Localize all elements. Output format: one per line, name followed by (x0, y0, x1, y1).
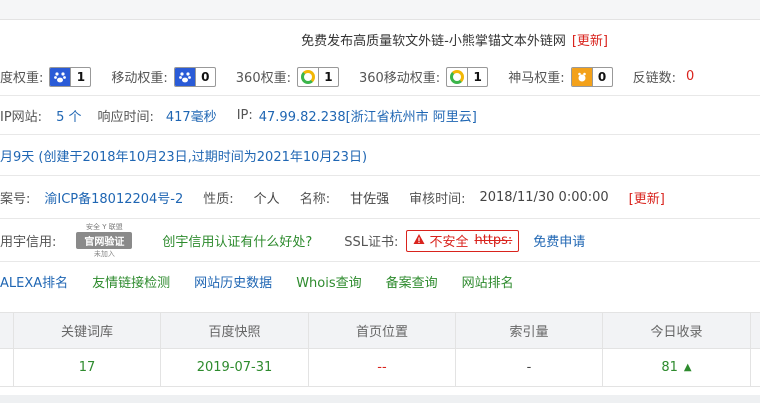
whois-link[interactable]: Whois查询 (296, 272, 361, 291)
icp-update-link[interactable]: [更新] (629, 188, 665, 207)
table-header: 关键词库 百度快照 首页位置 索引量 今日收录 (0, 312, 760, 349)
bottom-bar (0, 395, 760, 403)
backlinks-value[interactable]: 0 (686, 69, 694, 84)
ssl-label: SSL证书: (344, 235, 399, 250)
ssl-apply-link[interactable]: 免费申请 (533, 231, 585, 250)
credit-benefit-link[interactable]: 创宇信用认证有什么好处? (162, 231, 312, 250)
cell-keywords[interactable]: 17 (14, 349, 161, 386)
so360-mobile-weight-badge[interactable]: 1 (446, 66, 489, 87)
seal-top-text: 安全 Y 联盟 (86, 223, 123, 231)
so360-weight-label: 360权重: (235, 71, 291, 86)
shenma-weight-value: 0 (591, 67, 612, 86)
cell-baidu-snapshot[interactable]: 2019-07-31 (161, 349, 309, 386)
stats-table: 关键词库 百度快照 首页位置 索引量 今日收录 17 2019-07-31 --… (0, 312, 760, 387)
icp-query-link[interactable]: 备案查询 (386, 272, 438, 291)
ssl-unsafe-text: 不安全 (429, 235, 469, 250)
so360-mobile-weight-label: 360移动权重: (358, 71, 441, 86)
cell-today-indexed-wrap[interactable]: 81 ▲ (603, 349, 751, 386)
baidu-paw-icon (174, 67, 195, 86)
seal-mid-text: 官网验证 (76, 232, 133, 249)
verification-seal[interactable]: 安全 Y 联盟 官网验证 未加入 (60, 223, 148, 259)
table-row: 17 2019-07-31 -- - 81 ▲ (0, 349, 760, 387)
cell-today-indexed: 81 (661, 360, 678, 375)
so360-weight-value: 1 (317, 67, 338, 86)
baidu-weight-badge[interactable]: 1 (49, 66, 92, 87)
alexa-rank-link[interactable]: ALEXA排名 (0, 272, 68, 291)
domain-age-row: 月9天 (创建于2018年10月23日,过期时间为2021年10月23日) (0, 136, 760, 176)
icp-audit-label: 审核时间: (409, 192, 466, 207)
site-title: 免费发布高质量软文外链-小熊掌锚文本外链网 (301, 33, 566, 49)
mobile-weight-label: 移动权重: (111, 71, 168, 86)
ssl-unsafe-badge[interactable]: 不安全 https: (406, 229, 520, 252)
icp-nature-label: 性质: (203, 192, 234, 207)
shenma-horse-icon (571, 67, 592, 86)
icp-name-value: 甘佐强 (350, 192, 390, 207)
title-update-link[interactable]: [更新] (572, 30, 608, 49)
icp-label: 案号: (0, 192, 31, 207)
cell-home-position: -- (309, 349, 456, 386)
response-time-label: 响应时间: (97, 110, 154, 125)
ip-sites-value[interactable]: 5 个 (56, 106, 81, 125)
credit-row: 用宇信用: 安全 Y 联盟 官网验证 未加入 创宇信用认证有什么好处? SSL证… (0, 220, 760, 262)
header-keywords: 关键词库 (14, 313, 161, 348)
warning-icon (413, 233, 425, 249)
header-baidu-snapshot: 百度快照 (161, 313, 309, 348)
friend-link-check-link[interactable]: 友情链接检测 (92, 272, 170, 291)
site-title-row: 免费发布高质量软文外链-小熊掌锚文本外链网 [更新] (0, 20, 760, 58)
weights-row: 度权重: 1 移动权重: 0 360权重: 1 360移动权重: 1 神马权重:… (0, 58, 760, 96)
header-home-position: 首页位置 (309, 313, 456, 348)
cell-index-count: - (456, 349, 603, 386)
site-info-row: IP网站: 5 个 响应时间: 417毫秒 IP: 47.99.82.238[浙… (0, 97, 760, 135)
baidu-paw-icon (50, 67, 71, 86)
so360-mobile-weight-value: 1 (467, 67, 487, 86)
baidu-weight-value: 1 (70, 67, 90, 86)
credit-label: 用宇信用: (0, 235, 57, 250)
so360-weight-badge[interactable]: 1 (296, 66, 339, 87)
tools-links-row: ALEXA排名 友情链接检测 网站历史数据 Whois查询 备案查询 网站排名 (0, 262, 760, 300)
seal-bot-text: 未加入 (93, 250, 115, 258)
icp-nature-value: 个人 (253, 192, 280, 207)
ip-sites-label: IP网站: (0, 110, 43, 125)
ip-label: IP: (236, 108, 253, 123)
header-today-indexed: 今日收录 (603, 313, 751, 348)
icp-name-label: 名称: (299, 192, 331, 207)
header-index-count: 索引量 (456, 313, 603, 348)
shenma-weight-label: 神马权重: (508, 71, 565, 86)
backlinks-label: 反链数: (632, 71, 676, 86)
site-history-link[interactable]: 网站历史数据 (194, 272, 272, 291)
icp-value-link[interactable]: 渝ICP备18012204号-2 (44, 188, 183, 207)
ip-value[interactable]: 47.99.82.238[浙江省杭州市 阿里云] (259, 106, 477, 125)
arrow-up-icon: ▲ (683, 362, 692, 373)
so360-ring-icon (298, 68, 318, 86)
so360-ring-icon (447, 68, 467, 86)
baidu-weight-label: 度权重: (0, 71, 44, 86)
response-time-value: 417毫秒 (165, 110, 217, 125)
top-bar (0, 0, 760, 20)
icp-row: 案号: 渝ICP备18012204号-2 性质: 个人 名称: 甘佐强 审核时间… (0, 177, 760, 219)
ssl-https-text: https: (474, 233, 513, 248)
shenma-weight-badge[interactable]: 0 (570, 66, 613, 87)
icp-audit-value: 2018/11/30 0:00:00 (479, 190, 609, 205)
domain-age-text: 月9天 (创建于2018年10月23日,过期时间为2021年10月23日) (0, 150, 368, 165)
mobile-weight-badge[interactable]: 0 (173, 66, 216, 87)
mobile-weight-value: 0 (194, 67, 215, 86)
site-rank-link[interactable]: 网站排名 (462, 272, 514, 291)
